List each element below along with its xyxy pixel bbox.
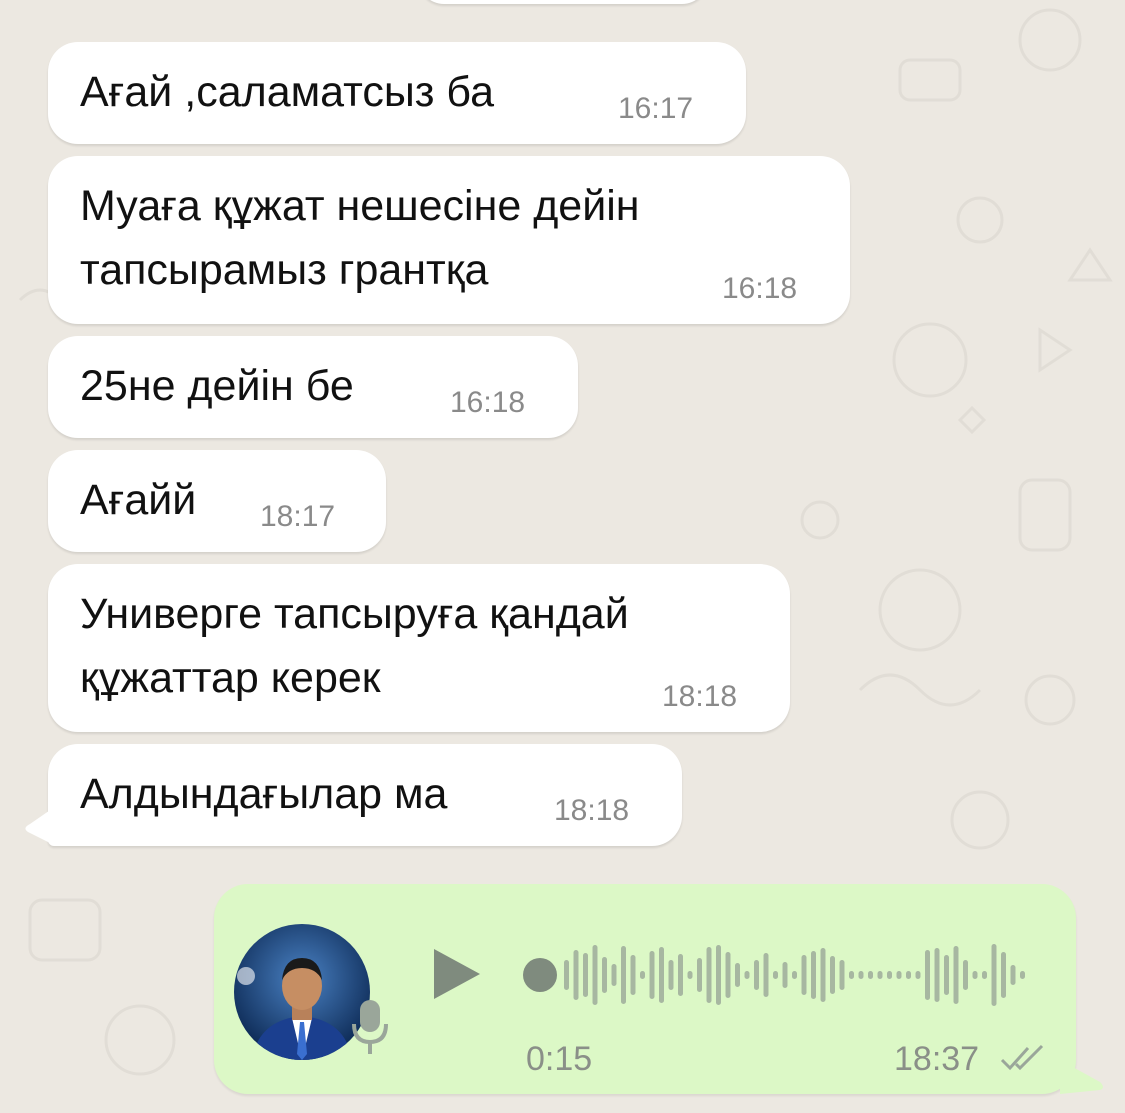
message-text: Алдындағылар ма [80,770,448,818]
message-time: 18:18 [554,794,630,827]
waveform-bar [649,951,655,999]
bubble-tail [1060,1060,1103,1094]
waveform-bar [830,956,835,994]
waveform-bar [877,971,883,979]
waveform-bar [592,945,598,1005]
play-icon[interactable] [430,945,484,1003]
waveform-bar [763,953,769,997]
waveform-bar [573,950,579,1000]
waveform-bar [744,971,750,979]
microphone-icon [352,1000,388,1054]
message-time: 18:37 [894,1040,980,1078]
waveform-bar [687,971,693,979]
message-text: 25не дейін бе [80,362,354,410]
waveform-bar [697,958,702,992]
double-check-icon [1000,1044,1044,1071]
waveform-bar [972,971,978,979]
message-time: 16:18 [450,386,526,419]
message-text: Ағай ,саламатсыз ба [80,68,494,116]
waveform-bar [1010,965,1016,985]
waveform-bar [640,971,645,979]
waveform-bar [782,962,788,988]
waveform-bar [925,950,930,1000]
waveform-bar [906,971,911,979]
waveform-bar [953,946,959,1004]
waveform-bar [820,948,826,1002]
waveform-bar [982,971,987,979]
message-time: 16:18 [722,272,798,305]
incoming-message[interactable]: Ағайй 18:17 [48,450,386,552]
waveform-bar [1001,952,1006,998]
waveform-bar [839,960,845,990]
bubble-tail [25,806,56,846]
waveform-bar [934,948,940,1002]
waveform-bar [868,971,873,979]
waveform-bar [915,971,921,979]
waveform-bar [944,955,949,995]
incoming-message[interactable]: Ағай ,саламатсыз ба 16:17 [48,42,746,144]
incoming-message[interactable]: 25не дейін бе 16:18 [48,336,578,438]
waveform-bar [858,971,864,979]
waveform-bar [887,971,892,979]
message-text: Муаға құжат нешесіне дейін тапсырамыз гр… [80,182,640,294]
incoming-message[interactable]: Муаға құжат нешесіне дейін тапсырамыз гр… [48,156,850,324]
waveform-bar [668,960,674,990]
message-time: 18:17 [260,500,336,533]
waveform-bar [678,954,683,996]
waveform-bar [602,957,607,993]
waveform-bar [611,964,617,986]
waveform-bar [621,946,626,1004]
incoming-message[interactable]: Алдындағылар ма 18:18 [48,744,682,846]
waveform-bar [735,963,740,987]
previous-message-stub [418,0,708,4]
voice-duration: 0:15 [526,1040,593,1078]
message-time: 18:18 [662,680,738,713]
message-text: Ағайй [80,476,197,524]
waveform-bar [583,953,588,997]
waveform-bar [896,971,902,979]
incoming-message[interactable]: Универге тапсыруға қандай құжаттар керек… [48,564,790,732]
waveform-bar [1020,971,1025,979]
waveform-bar [706,947,712,1003]
playback-scrubber [523,958,557,992]
waveform-bar [725,952,731,998]
waveform-bar [659,947,664,1003]
waveform-bar [991,944,997,1006]
waveform-bar [849,971,854,979]
waveform-bar [564,960,569,990]
audio-waveform[interactable] [520,935,1040,1015]
waveform-bar [716,945,721,1005]
waveform-bar [792,971,797,979]
waveform-bar [630,955,636,995]
message-text: Универге тапсыруға қандай құжаттар керек [80,590,629,702]
waveform-bar [811,951,816,999]
message-time: 16:17 [618,92,694,125]
waveform-bar [963,960,968,990]
waveform-bar [773,971,778,979]
waveform-bar [801,955,807,995]
waveform-bar [754,960,759,990]
